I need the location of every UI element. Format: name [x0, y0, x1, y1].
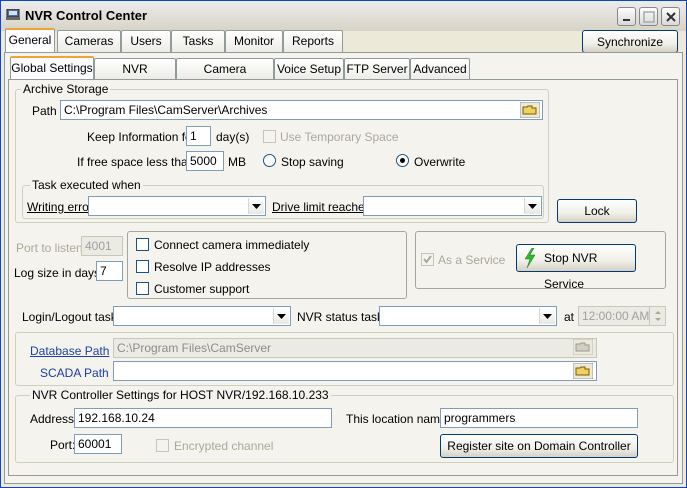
tab-advanced[interactable]: Advanced	[410, 58, 470, 80]
scada-path-input[interactable]	[113, 361, 597, 381]
resolve-ip-label: Resolve IP addresses	[154, 260, 271, 274]
synchronize-button[interactable]: Synchronize	[582, 30, 678, 53]
tab-users[interactable]: Users	[121, 30, 171, 52]
title-bar[interactable]: NVR Control Center	[1, 1, 686, 31]
encrypted-channel-checkbox[interactable]	[156, 439, 169, 452]
customer-support-label: Customer support	[154, 282, 250, 296]
tab-cameras[interactable]: Cameras	[57, 30, 121, 52]
drive-limit-select[interactable]	[363, 196, 542, 216]
tab-ftp-server[interactable]: FTP Server	[344, 58, 410, 80]
database-folder-icon[interactable]	[573, 339, 593, 355]
check-icon	[423, 255, 432, 264]
controller-port-label: Port:	[50, 438, 76, 452]
free-space-label: If free space less than	[77, 155, 195, 169]
as-service-label: As a Service	[438, 253, 506, 267]
spinner-arrows-icon	[655, 311, 661, 321]
keep-days-input[interactable]: 1	[186, 126, 211, 146]
time-spinner[interactable]	[649, 307, 666, 325]
address-label: Address:	[30, 412, 78, 426]
archive-path-input[interactable]: C:\Program Files\CamServer\Archives	[60, 100, 543, 120]
chevron-down-icon	[528, 204, 537, 209]
stop-saving-label: Stop saving	[281, 155, 344, 169]
task-executed-legend: Task executed when	[30, 178, 143, 192]
location-name-label: This location name:	[346, 412, 451, 426]
tab-voice-setup[interactable]: Voice Setup	[274, 58, 344, 80]
keep-info-label: Keep Information for	[87, 130, 196, 144]
scada-path-label: SCADA Path	[40, 366, 109, 380]
minimize-icon	[623, 19, 630, 21]
log-size-label: Log size in days	[14, 266, 101, 280]
connect-immediately-checkbox[interactable]	[136, 238, 149, 251]
maximize-icon	[643, 11, 655, 23]
tab-reports[interactable]: Reports	[283, 30, 343, 52]
connect-immediately-label: Connect camera immediately	[154, 238, 310, 252]
lock-button[interactable]: Lock	[557, 199, 637, 223]
keep-days-unit: day(s)	[216, 130, 250, 144]
tab-monitor[interactable]: Monitor	[225, 30, 283, 52]
resolve-ip-checkbox[interactable]	[136, 260, 149, 273]
close-icon	[666, 12, 676, 22]
encrypted-channel-label: Encrypted channel	[174, 439, 274, 453]
archive-folder-icon[interactable]	[520, 102, 540, 118]
tab-tasks[interactable]: Tasks	[171, 30, 225, 52]
tab-global-settings[interactable]: Global Settings	[10, 56, 94, 80]
app-window: NVR Control Center General Cameras Users…	[0, 0, 687, 488]
archive-storage-legend: Archive Storage	[21, 82, 111, 96]
address-input[interactable]: 192.168.10.24	[74, 408, 332, 428]
writing-error-label: Writing error:	[27, 200, 97, 214]
temp-space-label: Use Temporary Space	[280, 130, 399, 144]
nvr-status-task-label: NVR status task:	[297, 310, 387, 324]
login-logout-task-select[interactable]	[113, 306, 291, 326]
writing-error-select[interactable]	[88, 196, 266, 216]
stop-nvr-service-label: Stop NVR Service	[544, 251, 598, 291]
port-to-listen-label: Port to listen	[16, 241, 83, 255]
customer-support-checkbox[interactable]	[136, 282, 149, 295]
minimize-button[interactable]	[617, 7, 636, 26]
lightning-icon	[524, 248, 536, 268]
location-name-input[interactable]: programmers	[440, 408, 638, 428]
scada-folder-icon[interactable]	[573, 363, 593, 379]
controller-settings-legend: NVR Controller Settings for HOST NVR/192…	[30, 388, 331, 402]
free-space-unit: MB	[228, 155, 246, 169]
free-space-input[interactable]: 5000	[186, 151, 224, 171]
chevron-down-icon	[277, 314, 286, 319]
path-label: Path	[32, 104, 57, 118]
drive-limit-label: Drive limit reached:	[272, 200, 375, 214]
register-site-button[interactable]: Register site on Domain Controller	[440, 434, 638, 458]
tab-camera-locations[interactable]: Camera Locations	[176, 58, 274, 96]
chevron-down-icon	[543, 314, 552, 319]
app-icon	[6, 9, 20, 20]
chevron-down-icon	[252, 204, 261, 209]
database-path-label[interactable]: Database Path	[30, 344, 109, 358]
overwrite-label: Overwrite	[414, 155, 466, 169]
nvr-status-task-select[interactable]	[379, 306, 557, 326]
as-service-checkbox[interactable]	[421, 253, 434, 266]
maximize-button[interactable]	[639, 7, 658, 26]
window-title: NVR Control Center	[25, 8, 148, 23]
controller-port-input[interactable]: 60001	[74, 434, 122, 454]
at-label: at	[564, 310, 575, 324]
stop-saving-radio[interactable]	[263, 154, 276, 167]
tab-general[interactable]: General	[5, 28, 55, 52]
login-logout-task-label: Login/Logout task:	[22, 310, 121, 324]
stop-nvr-service-button[interactable]: Stop NVR Service	[516, 244, 636, 291]
close-button[interactable]	[661, 7, 680, 26]
overwrite-radio[interactable]	[396, 154, 409, 167]
port-to-listen-input[interactable]: 4001	[81, 236, 123, 256]
tab-nvr-locations[interactable]: NVR Locations	[94, 58, 176, 96]
log-size-input[interactable]: 7	[96, 261, 123, 281]
temp-space-checkbox[interactable]	[263, 130, 276, 143]
database-path-input[interactable]: C:\Program Files\CamServer	[113, 338, 597, 358]
